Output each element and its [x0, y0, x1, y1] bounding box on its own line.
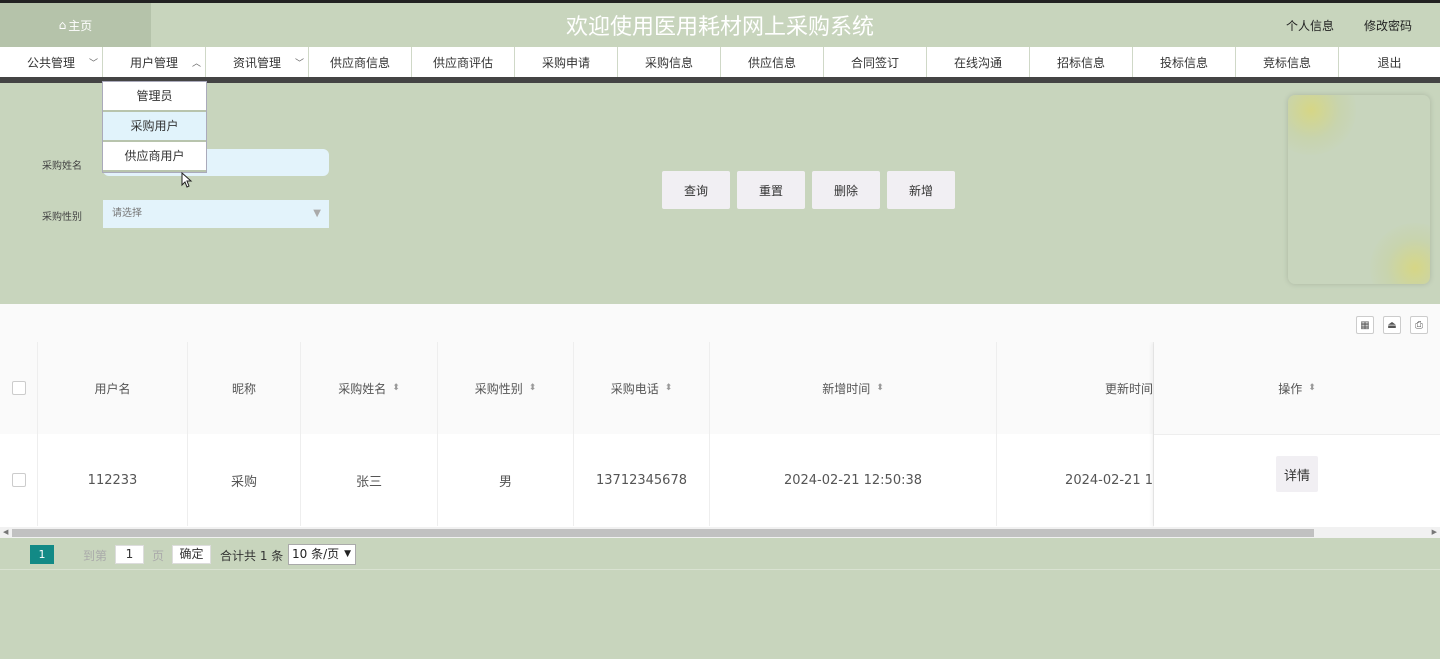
cell-nickname: 采购 [188, 434, 301, 526]
header-select-cell [0, 342, 38, 434]
nav-online-chat[interactable]: 在线沟通 [927, 47, 1030, 77]
column-title: 昵称 [231, 381, 256, 396]
export-icon[interactable]: ⏏ [1383, 316, 1401, 334]
row-select-cell [0, 434, 38, 526]
cell-purchaser-phone: 13712345678 [574, 434, 710, 526]
chevron-down-icon: ﹀ [294, 59, 304, 69]
nav-supplier-info[interactable]: 供应商信息 [309, 47, 412, 77]
column-title: 用户名 [94, 381, 131, 396]
dropdown-item-purchase-user[interactable]: 采购用户 [103, 112, 206, 142]
select-all-checkbox[interactable] [11, 381, 26, 395]
goto-confirm-button[interactable]: 确定 [172, 545, 211, 564]
column-title: 采购电话 [610, 381, 659, 396]
chevron-up-icon: ︿ [191, 59, 201, 69]
decorative-glow [1370, 223, 1430, 284]
column-title: 采购姓名 [338, 381, 387, 396]
sort-icon[interactable]: ⬍ [665, 383, 673, 393]
sort-icon[interactable]: ⬍ [1308, 383, 1316, 393]
nav-label: 资讯管理 [232, 55, 281, 70]
cell-username: 112233 [38, 434, 188, 526]
add-button[interactable]: 新增 [887, 171, 955, 209]
column-header-purchaser-gender[interactable]: 采购性别 ⬍ [438, 342, 574, 434]
chevron-down-icon: ﹀ [88, 59, 98, 69]
sort-icon[interactable]: ⬍ [529, 383, 537, 393]
purchaser-gender-select[interactable]: 请选择 ▼ [103, 200, 329, 228]
goto-label: 到第 [83, 549, 108, 563]
nav-tender-info[interactable]: 招标信息 [1030, 47, 1133, 77]
nav-competitive-bid-info[interactable]: 竞标信息 [1236, 47, 1339, 77]
main-nav: 公共管理 ﹀ 用户管理 ︿ 资讯管理 ﹀ 供应商信息 供应商评估 采购申请 采购… [0, 47, 1440, 83]
column-header-nickname: 昵称 [188, 342, 301, 434]
nav-contract-signing[interactable]: 合同签订 [824, 47, 927, 77]
nav-purchase-info[interactable]: 采购信息 [618, 47, 721, 77]
purchaser-gender-label: 采购性别 [42, 212, 82, 223]
column-title: 更新时间 [1104, 381, 1153, 396]
nav-bid-info[interactable]: 投标信息 [1133, 47, 1236, 77]
nav-public-management[interactable]: 公共管理 ﹀ [0, 47, 103, 77]
detail-button[interactable]: 详情 [1276, 456, 1318, 492]
column-header-created-time[interactable]: 新增时间 ⬍ [710, 342, 997, 434]
page-size-select[interactable]: 10 条/页 ▼ [288, 544, 356, 565]
column-title: 新增时间 [822, 381, 871, 396]
nav-logout[interactable]: 退出 [1339, 47, 1440, 77]
dropdown-item-admin[interactable]: 管理员 [103, 82, 206, 112]
decorative-glow [1288, 95, 1356, 155]
page-size-value: 10 条/页 [292, 547, 340, 561]
goto-page-input[interactable]: 1 [115, 545, 144, 564]
nav-news-management[interactable]: 资讯管理 ﹀ [206, 47, 309, 77]
purchaser-name-label: 采购姓名 [42, 161, 82, 172]
pagination: 1 到第 1 页 确定 合计共 1 条 10 条/页 ▼ [0, 543, 1440, 570]
change-password-link[interactable]: 修改密码 [1364, 17, 1412, 34]
total-count: 合计共 1 条 [220, 549, 284, 563]
header: ⌂ 主页 欢迎使用医用耗材网上采购系统 个人信息 修改密码 [0, 3, 1440, 47]
column-header-purchaser-phone[interactable]: 采购电话 ⬍ [574, 342, 710, 434]
current-page-button[interactable]: 1 [30, 545, 54, 564]
gender-select-placeholder: 请选择 [112, 208, 142, 219]
caret-down-icon: ▼ [313, 208, 321, 219]
dropdown-item-supplier-user[interactable]: 供应商用户 [103, 142, 206, 172]
cell-purchaser-gender: 男 [438, 434, 574, 526]
sort-icon[interactable]: ⬍ [876, 383, 884, 393]
user-management-dropdown: 管理员 采购用户 供应商用户 [102, 81, 207, 173]
sort-icon[interactable]: ⬍ [392, 383, 400, 393]
print-icon[interactable]: ⎙ [1410, 316, 1428, 334]
scrollbar-thumb[interactable] [12, 529, 1314, 537]
columns-filter-icon[interactable]: ▦ [1356, 316, 1374, 334]
cell-purchaser-name: 张三 [301, 434, 438, 526]
mouse-cursor-icon [181, 171, 193, 192]
row-checkbox[interactable] [11, 473, 26, 487]
nav-purchase-request[interactable]: 采购申请 [515, 47, 618, 77]
site-title: 欢迎使用医用耗材网上采购系统 [565, 15, 874, 40]
nav-supply-info[interactable]: 供应信息 [721, 47, 824, 77]
nav-user-management[interactable]: 用户管理 ︿ [103, 47, 206, 77]
cell-action: 详情 [1154, 434, 1440, 526]
scroll-left-icon[interactable]: ◀ [3, 527, 8, 538]
column-header-username: 用户名 [38, 342, 188, 434]
query-button[interactable]: 查询 [662, 171, 730, 209]
nav-label: 公共管理 [26, 55, 75, 70]
nav-label: 用户管理 [129, 55, 178, 70]
table-toolbar: ▦ ⏏ ⎙ [0, 304, 1440, 342]
horizontal-scrollbar[interactable]: ◀ ▶ [0, 527, 1440, 538]
column-header-updated-time[interactable]: 更新时间 [997, 342, 1154, 434]
cell-updated-time: 2024-02-21 1 [997, 434, 1154, 526]
nav-supplier-evaluation[interactable]: 供应商评估 [412, 47, 515, 77]
column-header-purchaser-name[interactable]: 采购姓名 ⬍ [301, 342, 438, 434]
column-title: 采购性别 [474, 381, 523, 396]
page-unit-label: 页 [152, 549, 165, 563]
decorative-panel [1288, 95, 1430, 284]
cell-created-time: 2024-02-21 12:50:38 [710, 434, 997, 526]
fixed-action-column: 操作 ⬍ 详情 [1154, 342, 1440, 527]
scroll-right-icon[interactable]: ▶ [1432, 527, 1437, 538]
reset-button[interactable]: 重置 [737, 171, 805, 209]
profile-link[interactable]: 个人信息 [1286, 17, 1334, 34]
column-header-action[interactable]: 操作 ⬍ [1154, 342, 1440, 435]
data-table: 用户名 昵称 采购姓名 ⬍ 采购性别 ⬍ 采购电话 ⬍ 新增时间 ⬍ 更新时间 1122… [0, 342, 1440, 527]
delete-button[interactable]: 删除 [812, 171, 880, 209]
chevron-down-icon: ▼ [344, 549, 351, 559]
column-title: 操作 [1278, 381, 1303, 396]
